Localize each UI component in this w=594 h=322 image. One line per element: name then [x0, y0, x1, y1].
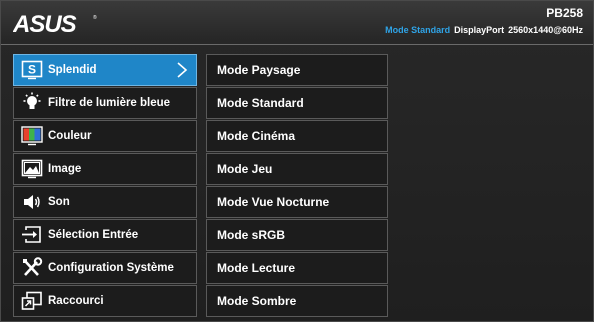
osd-header: ASUS ® PB258 Mode Standard DisplayPort 256…: [1, 1, 593, 45]
menu-item-splendid[interactable]: S Splendid: [13, 54, 197, 86]
menu-item-system-setup[interactable]: Configuration Système: [13, 252, 197, 284]
submenu-item-darkroom[interactable]: Mode Sombre: [206, 285, 388, 317]
menu-label-system-setup: Configuration Système: [48, 262, 174, 274]
submenu-item-game[interactable]: Mode Jeu: [206, 153, 388, 185]
main-menu: S Splendid Filtre de lumière bleue Coule…: [13, 54, 197, 318]
model-name: PB258: [546, 6, 583, 20]
speaker-icon: [20, 190, 44, 214]
menu-item-image[interactable]: Image: [13, 153, 197, 185]
header-divider: [1, 44, 593, 45]
osd-window: ASUS ® PB258 Mode Standard DisplayPort 256…: [0, 0, 594, 322]
menu-item-blue-light-filter[interactable]: Filtre de lumière bleue: [13, 87, 197, 119]
svg-text:S: S: [28, 63, 36, 77]
submenu-item-landscape[interactable]: Mode Paysage: [206, 54, 388, 86]
submenu-item-cinema[interactable]: Mode Cinéma: [206, 120, 388, 152]
shortcut-icon: [20, 289, 44, 313]
submenu-item-srgb[interactable]: Mode sRGB: [206, 219, 388, 251]
submenu-item-reading[interactable]: Mode Lecture: [206, 252, 388, 284]
current-input: DisplayPort: [454, 25, 505, 35]
input-arrow-icon: [20, 223, 44, 247]
asus-logo: ASUS ®: [13, 11, 97, 37]
menu-item-sound[interactable]: Son: [13, 186, 197, 218]
image-picture-icon: [20, 157, 44, 181]
current-mode: Mode Standard: [385, 25, 451, 35]
submenu-item-standard[interactable]: Mode Standard: [206, 87, 388, 119]
svg-text:ASUS: ASUS: [13, 11, 77, 37]
menu-item-shortcut[interactable]: Raccourci: [13, 285, 197, 317]
splendid-submenu: Mode Paysage Mode Standard Mode Cinéma M…: [206, 54, 388, 318]
wrench-screwdriver-icon: [20, 256, 44, 280]
color-bars-icon: [20, 124, 44, 148]
menu-label-blue-light-filter: Filtre de lumière bleue: [48, 97, 171, 109]
submenu-item-night-view[interactable]: Mode Vue Nocturne: [206, 186, 388, 218]
status-line: Mode Standard DisplayPort 2560x1440@60Hz: [385, 25, 583, 35]
blue-light-bulb-icon: [20, 91, 44, 115]
menu-label-input-select: Sélection Entrée: [48, 229, 139, 241]
current-resolution: 2560x1440@60Hz: [508, 25, 583, 35]
menu-label-shortcut: Raccourci: [48, 295, 104, 307]
menu-item-input-select[interactable]: Sélection Entrée: [13, 219, 197, 251]
chevron-right-icon: [177, 62, 188, 78]
menu-label-image: Image: [48, 163, 82, 175]
menu-label-color: Couleur: [48, 130, 92, 142]
svg-text:®: ®: [93, 14, 97, 21]
menu-label-splendid: Splendid: [48, 64, 97, 76]
splendid-s-icon: S: [20, 58, 44, 82]
menu-item-color[interactable]: Couleur: [13, 120, 197, 152]
menu-label-sound: Son: [48, 196, 70, 208]
